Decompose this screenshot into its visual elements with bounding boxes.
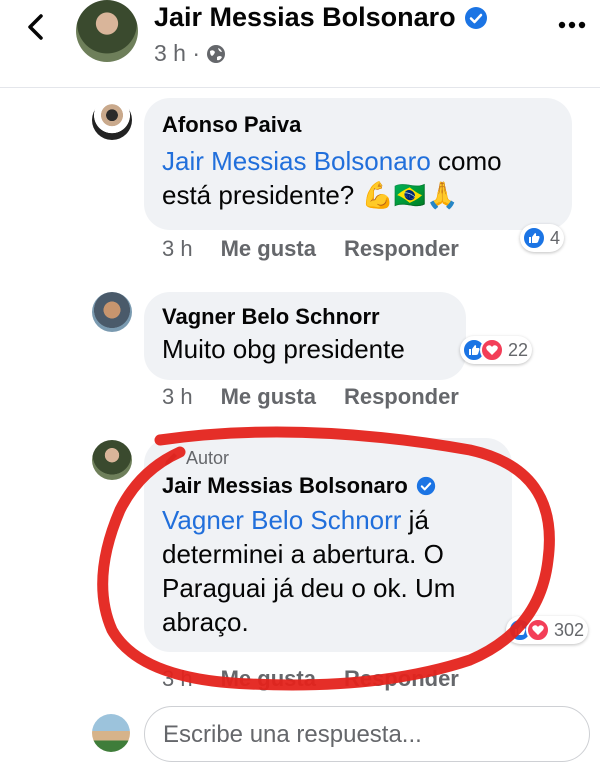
reply-input[interactable]: Escribe una respuesta...	[144, 706, 590, 762]
reaction-summary[interactable]: 4	[520, 224, 565, 252]
comment-author-row: Jair Messias Bolsonaro	[162, 473, 494, 499]
verified-icon	[464, 6, 487, 29]
comment-bubble: Vagner Belo Schnorr Muito obg presidente	[144, 292, 466, 380]
back-icon[interactable]	[22, 12, 52, 42]
reply-input-placeholder: Escribe una respuesta...	[163, 721, 422, 748]
comment-author[interactable]: Afonso Paiva	[162, 112, 554, 138]
comment-text: Vagner Belo Schnorr já determinei a aber…	[162, 503, 494, 639]
love-icon	[526, 618, 550, 642]
comment-text: Jair Messias Bolsonaro como está preside…	[162, 144, 554, 212]
avatar[interactable]	[92, 292, 132, 332]
more-icon[interactable]	[557, 18, 587, 32]
comment-actions: 3 h Me gusta Responder	[162, 666, 459, 692]
comment-time[interactable]: 3 h	[162, 236, 193, 262]
reaction-count: 4	[550, 227, 561, 248]
love-icon	[480, 338, 504, 362]
comment-time[interactable]: 3 h	[162, 666, 193, 692]
post-header: Jair Messias Bolsonaro 3 h ·	[0, 0, 600, 88]
comment-text: Muito obg presidente	[162, 334, 405, 364]
reaction-count: 22	[508, 339, 529, 360]
like-button[interactable]: Me gusta	[221, 666, 316, 692]
post-meta: 3 h ·	[154, 40, 226, 67]
avatar[interactable]	[76, 0, 138, 62]
comment-author[interactable]: Vagner Belo Schnorr	[162, 304, 448, 330]
comment-bubble: Afonso Paiva Jair Messias Bolsonaro como…	[144, 98, 572, 230]
comment-time[interactable]: 3 h	[162, 384, 193, 410]
author-tag-label: Autor	[186, 448, 230, 468]
post-author-name[interactable]: Jair Messias Bolsonaro	[154, 2, 456, 33]
comment-mention[interactable]: Jair Messias Bolsonaro	[162, 146, 431, 176]
comment-mention[interactable]: Vagner Belo Schnorr	[162, 505, 401, 535]
like-button[interactable]: Me gusta	[221, 384, 316, 410]
reaction-summary[interactable]: 302	[506, 616, 589, 644]
avatar[interactable]	[92, 100, 132, 140]
verified-icon	[416, 476, 435, 496]
comment-author[interactable]: Jair Messias Bolsonaro	[162, 473, 408, 499]
avatar[interactable]	[92, 440, 132, 480]
post-time[interactable]: 3 h ·	[154, 40, 200, 67]
like-button[interactable]: Me gusta	[221, 236, 316, 262]
header-name-row: Jair Messias Bolsonaro	[154, 2, 488, 33]
avatar[interactable]	[92, 714, 130, 752]
author-tag: Autor	[162, 448, 494, 469]
reply-button[interactable]: Responder	[344, 236, 459, 262]
reply-button[interactable]: Responder	[344, 666, 459, 692]
reaction-summary[interactable]: 22	[460, 336, 533, 364]
comment-actions: 3 h Me gusta Responder	[162, 236, 459, 262]
comment-actions: 3 h Me gusta Responder	[162, 384, 459, 410]
like-icon	[522, 226, 546, 250]
comment-bubble: Autor Jair Messias Bolsonaro Vagner Belo…	[144, 438, 512, 652]
pencil-icon	[165, 452, 177, 465]
reply-button[interactable]: Responder	[344, 384, 459, 410]
reaction-count: 302	[554, 619, 585, 640]
globe-icon	[207, 44, 226, 63]
